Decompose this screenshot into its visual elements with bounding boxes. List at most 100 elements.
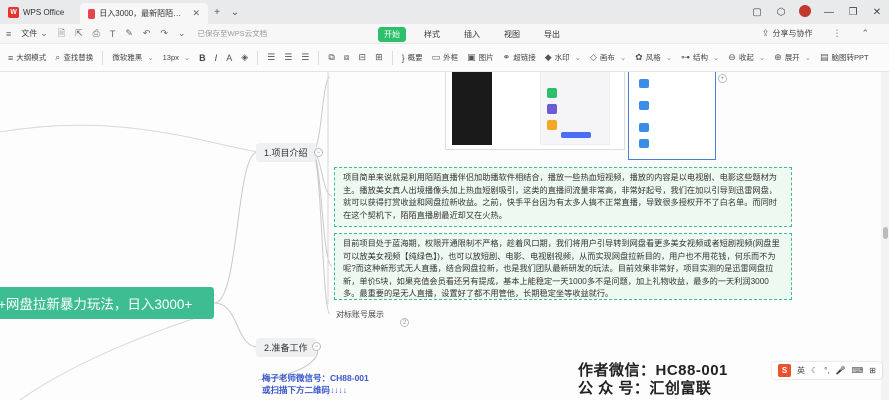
teacher-contact-note[interactable]: 梅子老师微信号：CH88-001 或扫描下方二维码↓↓↓↓	[262, 372, 369, 396]
ime-language[interactable]: 英	[797, 365, 805, 376]
bold-button[interactable]: B	[199, 53, 206, 63]
tab-start[interactable]: 开始	[378, 27, 406, 42]
tab-style[interactable]: 样式	[418, 27, 446, 42]
project-intro-text-1[interactable]: 项目简单来说就是利用陌陌直播伴侣加助播软件相结合，播放一些热血短视频，播放的内容…	[334, 167, 792, 227]
connect-icon[interactable]: ⊞	[375, 52, 383, 63]
structure-button[interactable]: ⊶ 结构	[681, 52, 719, 63]
moon-icon[interactable]: ☾	[811, 366, 818, 375]
watermark-icon: ◆	[544, 52, 552, 62]
to-ppt-button[interactable]: ▤ 脑图转PPT	[820, 52, 869, 63]
hyperlink-button[interactable]: ⚭ 超链接	[503, 52, 536, 63]
subtopic-benchmark-accounts[interactable]: 对标账号展示	[336, 309, 384, 320]
expand-button[interactable]: ⊕ 展开	[774, 52, 811, 63]
italic-button[interactable]: I	[215, 53, 218, 63]
chevron-down-icon[interactable]: ⌄	[226, 0, 244, 24]
outline-mode-button[interactable]: ≡ 大纲模式	[8, 52, 46, 63]
save-icon[interactable]: 🗎	[58, 26, 65, 42]
ribbon-tabs: 开始 样式 插入 视图 导出	[378, 27, 566, 42]
canvas-button[interactable]: ◇ 画布	[590, 52, 626, 63]
grid-icon[interactable]: ⊞	[869, 366, 876, 375]
image-icon: ▣	[467, 52, 476, 62]
tab-insert[interactable]: 插入	[458, 27, 486, 42]
parent-node-icon[interactable]: ⊟	[359, 52, 367, 63]
tab-label: 日入3000，最新陌陌无人直播网盘	[99, 9, 189, 18]
mindmap-canvas[interactable]: + +网盘拉新暴力玩法，日入3000+ 1.项目介绍 − 项目简单来说就是利用陌…	[0, 72, 889, 400]
collapse-node-icon[interactable]: −	[314, 148, 323, 157]
menu-icon[interactable]: ≡	[6, 29, 11, 39]
root-topic[interactable]: +网盘拉新暴力玩法，日入3000+	[0, 287, 214, 319]
child-node-icon[interactable]: ⧉	[328, 52, 334, 63]
image-button[interactable]: ▣ 图片	[467, 52, 494, 63]
summary-button[interactable]: } 概要	[402, 52, 423, 63]
watermark-label: 水印	[554, 53, 570, 62]
divider	[102, 50, 104, 65]
account-screenshot-image[interactable]	[445, 72, 625, 150]
selected-screenshot-image[interactable]	[628, 72, 716, 160]
link-icon: ⚭	[502, 52, 511, 62]
tab-view-icon[interactable]: ▢	[745, 7, 769, 18]
print-icon[interactable]: ⎙	[93, 28, 100, 39]
expand-icon: ⊕	[774, 52, 782, 62]
tab-wps-home[interactable]: W WPS Office	[0, 0, 80, 24]
style-button[interactable]: ✿ 风格	[635, 52, 672, 63]
align-right-icon[interactable]: ☰	[301, 52, 309, 63]
tab-view[interactable]: 视图	[498, 27, 526, 42]
scrollbar-thumb[interactable]	[883, 227, 888, 239]
undo-icon[interactable]: ↶	[143, 28, 151, 39]
tab-document[interactable]: 日入3000，最新陌陌无人直播网盘 ✕	[80, 3, 208, 24]
tab-export[interactable]: 导出	[538, 27, 566, 42]
more-menu-icon[interactable]: ⌄	[178, 28, 186, 39]
file-menu[interactable]: 文件 ⌄	[21, 28, 48, 39]
sibling-node-icon[interactable]: ⧈	[344, 52, 350, 63]
share-label: 分享与协作	[772, 29, 813, 38]
ppt-icon: ▤	[819, 52, 829, 62]
avatar[interactable]	[793, 4, 817, 20]
window-controls: ▢ ⬡ — ❐ ✕	[745, 0, 889, 24]
frame-label: 外框	[443, 53, 459, 62]
official-account: 公 众 号：汇创富联	[578, 380, 712, 397]
text-color-icon[interactable]: A	[226, 53, 232, 63]
add-node-icon[interactable]: +	[718, 74, 727, 83]
topic-preparation[interactable]: 2.准备工作	[256, 338, 316, 357]
phone-screenshot-left	[452, 72, 492, 145]
frame-button[interactable]: ▭ 外框	[432, 52, 459, 63]
toolbar: ≡大纲模式 ⌕查找替换 微软雅黑 13px B I A ◈ ☰ ☰ ☰ ⧉ ⧈ …	[0, 44, 889, 72]
project-intro-text-2[interactable]: 目前项目处于蓝海期，权限开通限制不严格，趁着风口期，我们将用户引导转到网盘看更多…	[334, 233, 792, 300]
topic-project-intro[interactable]: 1.项目介绍	[256, 143, 316, 162]
image-label: 图片	[478, 53, 494, 62]
collapse-ribbon-icon[interactable]: ⌃	[861, 28, 869, 39]
keyboard-icon[interactable]: ⌨	[852, 366, 864, 375]
font-size-select[interactable]: 13px	[163, 53, 191, 62]
phone-screenshot-middle	[540, 72, 610, 145]
ime-toolbar[interactable]: S 英 ☾ °, 🎤 ⌨ ⊞	[772, 362, 882, 379]
format-painter-icon[interactable]: T	[110, 29, 116, 39]
frame-icon: ▭	[431, 52, 441, 62]
align-left-icon[interactable]: ☰	[267, 52, 275, 63]
save-status: 已保存至WPS云文档	[197, 29, 268, 38]
redo-icon[interactable]: ↷	[160, 28, 168, 39]
export-icon[interactable]: ⇱	[75, 28, 83, 39]
minimize-icon[interactable]: —	[817, 7, 841, 18]
new-tab-button[interactable]: +	[208, 0, 226, 24]
mic-icon[interactable]: 🎤	[836, 366, 846, 375]
collapse-button[interactable]: ⊖ 收起	[728, 52, 765, 63]
find-replace-label: 查找替换	[63, 53, 94, 62]
close-window-icon[interactable]: ✕	[865, 7, 889, 18]
find-replace-button[interactable]: ⌕ 查找替换	[55, 52, 93, 63]
close-tab-icon[interactable]: ✕	[192, 8, 200, 19]
fill-color-icon[interactable]: ◈	[241, 52, 248, 63]
brush-icon[interactable]: ✎	[125, 28, 133, 39]
vertical-scrollbar[interactable]	[881, 72, 889, 400]
expand-node-icon[interactable]: 2	[400, 318, 409, 327]
more-icon[interactable]: ⋮	[832, 28, 841, 39]
punctuation-icon[interactable]: °,	[824, 366, 829, 375]
watermark-button[interactable]: ◆ 水印	[545, 52, 581, 63]
font-family-select[interactable]: 微软雅黑	[112, 52, 153, 63]
collapse-node-icon[interactable]: −	[312, 342, 321, 351]
structure-label: 结构	[693, 53, 708, 62]
restore-icon[interactable]: ❐	[841, 7, 865, 18]
collapse-icon: ⊖	[728, 52, 736, 62]
cloud-icon[interactable]: ⬡	[769, 7, 793, 18]
share-button[interactable]: ⇪ 分享与协作	[762, 28, 813, 39]
align-center-icon[interactable]: ☰	[284, 52, 292, 63]
